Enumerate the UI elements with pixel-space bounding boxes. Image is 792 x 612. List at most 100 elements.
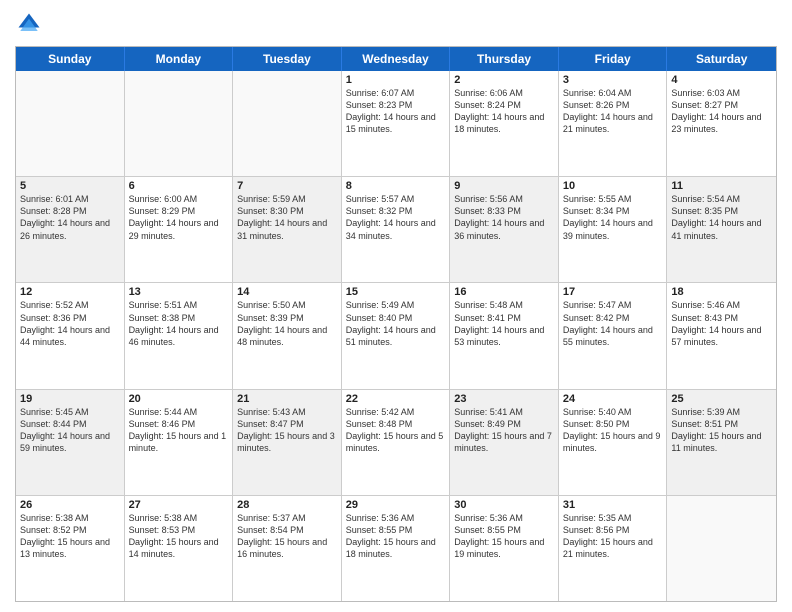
day-cell-7: 7Sunrise: 5:59 AMSunset: 8:30 PMDaylight… — [233, 177, 342, 282]
day-info: Sunrise: 5:55 AMSunset: 8:34 PMDaylight:… — [563, 193, 663, 242]
empty-cell — [16, 71, 125, 176]
calendar-week-3: 12Sunrise: 5:52 AMSunset: 8:36 PMDayligh… — [16, 283, 776, 389]
header-day-thursday: Thursday — [450, 47, 559, 71]
day-info: Sunrise: 6:03 AMSunset: 8:27 PMDaylight:… — [671, 87, 772, 136]
day-cell-16: 16Sunrise: 5:48 AMSunset: 8:41 PMDayligh… — [450, 283, 559, 388]
header-day-friday: Friday — [559, 47, 668, 71]
day-info: Sunrise: 5:48 AMSunset: 8:41 PMDaylight:… — [454, 299, 554, 348]
header-day-tuesday: Tuesday — [233, 47, 342, 71]
header-day-monday: Monday — [125, 47, 234, 71]
day-info: Sunrise: 6:04 AMSunset: 8:26 PMDaylight:… — [563, 87, 663, 136]
day-cell-30: 30Sunrise: 5:36 AMSunset: 8:55 PMDayligh… — [450, 496, 559, 601]
day-cell-13: 13Sunrise: 5:51 AMSunset: 8:38 PMDayligh… — [125, 283, 234, 388]
day-cell-24: 24Sunrise: 5:40 AMSunset: 8:50 PMDayligh… — [559, 390, 668, 495]
day-info: Sunrise: 5:56 AMSunset: 8:33 PMDaylight:… — [454, 193, 554, 242]
day-info: Sunrise: 5:57 AMSunset: 8:32 PMDaylight:… — [346, 193, 446, 242]
day-number: 3 — [563, 74, 663, 86]
day-number: 4 — [671, 74, 772, 86]
empty-cell — [125, 71, 234, 176]
header — [15, 10, 777, 38]
day-info: Sunrise: 5:50 AMSunset: 8:39 PMDaylight:… — [237, 299, 337, 348]
day-info: Sunrise: 5:38 AMSunset: 8:52 PMDaylight:… — [20, 512, 120, 561]
day-number: 9 — [454, 180, 554, 192]
day-cell-20: 20Sunrise: 5:44 AMSunset: 8:46 PMDayligh… — [125, 390, 234, 495]
day-number: 7 — [237, 180, 337, 192]
day-info: Sunrise: 6:06 AMSunset: 8:24 PMDaylight:… — [454, 87, 554, 136]
day-info: Sunrise: 5:47 AMSunset: 8:42 PMDaylight:… — [563, 299, 663, 348]
header-day-saturday: Saturday — [667, 47, 776, 71]
day-info: Sunrise: 5:44 AMSunset: 8:46 PMDaylight:… — [129, 406, 229, 455]
day-cell-15: 15Sunrise: 5:49 AMSunset: 8:40 PMDayligh… — [342, 283, 451, 388]
day-number: 6 — [129, 180, 229, 192]
calendar-week-4: 19Sunrise: 5:45 AMSunset: 8:44 PMDayligh… — [16, 390, 776, 496]
day-info: Sunrise: 5:39 AMSunset: 8:51 PMDaylight:… — [671, 406, 772, 455]
header-day-wednesday: Wednesday — [342, 47, 451, 71]
day-number: 13 — [129, 286, 229, 298]
day-number: 23 — [454, 393, 554, 405]
logo-icon — [15, 10, 43, 38]
page: SundayMondayTuesdayWednesdayThursdayFrid… — [0, 0, 792, 612]
day-info: Sunrise: 6:01 AMSunset: 8:28 PMDaylight:… — [20, 193, 120, 242]
logo — [15, 10, 47, 38]
day-cell-5: 5Sunrise: 6:01 AMSunset: 8:28 PMDaylight… — [16, 177, 125, 282]
calendar-week-5: 26Sunrise: 5:38 AMSunset: 8:52 PMDayligh… — [16, 496, 776, 601]
day-info: Sunrise: 5:35 AMSunset: 8:56 PMDaylight:… — [563, 512, 663, 561]
day-number: 27 — [129, 499, 229, 511]
calendar-week-1: 1Sunrise: 6:07 AMSunset: 8:23 PMDaylight… — [16, 71, 776, 177]
day-number: 5 — [20, 180, 120, 192]
day-cell-23: 23Sunrise: 5:41 AMSunset: 8:49 PMDayligh… — [450, 390, 559, 495]
day-cell-10: 10Sunrise: 5:55 AMSunset: 8:34 PMDayligh… — [559, 177, 668, 282]
day-info: Sunrise: 6:00 AMSunset: 8:29 PMDaylight:… — [129, 193, 229, 242]
day-info: Sunrise: 5:36 AMSunset: 8:55 PMDaylight:… — [346, 512, 446, 561]
day-cell-22: 22Sunrise: 5:42 AMSunset: 8:48 PMDayligh… — [342, 390, 451, 495]
day-number: 1 — [346, 74, 446, 86]
day-info: Sunrise: 5:59 AMSunset: 8:30 PMDaylight:… — [237, 193, 337, 242]
empty-cell — [233, 71, 342, 176]
empty-cell — [667, 496, 776, 601]
day-cell-11: 11Sunrise: 5:54 AMSunset: 8:35 PMDayligh… — [667, 177, 776, 282]
calendar-header-row: SundayMondayTuesdayWednesdayThursdayFrid… — [16, 47, 776, 71]
day-number: 17 — [563, 286, 663, 298]
day-number: 14 — [237, 286, 337, 298]
day-number: 26 — [20, 499, 120, 511]
day-number: 12 — [20, 286, 120, 298]
day-number: 11 — [671, 180, 772, 192]
day-info: Sunrise: 5:45 AMSunset: 8:44 PMDaylight:… — [20, 406, 120, 455]
day-cell-29: 29Sunrise: 5:36 AMSunset: 8:55 PMDayligh… — [342, 496, 451, 601]
day-number: 22 — [346, 393, 446, 405]
day-cell-14: 14Sunrise: 5:50 AMSunset: 8:39 PMDayligh… — [233, 283, 342, 388]
day-number: 30 — [454, 499, 554, 511]
day-info: Sunrise: 5:54 AMSunset: 8:35 PMDaylight:… — [671, 193, 772, 242]
day-number: 24 — [563, 393, 663, 405]
day-cell-9: 9Sunrise: 5:56 AMSunset: 8:33 PMDaylight… — [450, 177, 559, 282]
day-info: Sunrise: 5:42 AMSunset: 8:48 PMDaylight:… — [346, 406, 446, 455]
day-cell-18: 18Sunrise: 5:46 AMSunset: 8:43 PMDayligh… — [667, 283, 776, 388]
day-info: Sunrise: 5:49 AMSunset: 8:40 PMDaylight:… — [346, 299, 446, 348]
day-cell-4: 4Sunrise: 6:03 AMSunset: 8:27 PMDaylight… — [667, 71, 776, 176]
day-cell-12: 12Sunrise: 5:52 AMSunset: 8:36 PMDayligh… — [16, 283, 125, 388]
day-info: Sunrise: 5:36 AMSunset: 8:55 PMDaylight:… — [454, 512, 554, 561]
day-cell-21: 21Sunrise: 5:43 AMSunset: 8:47 PMDayligh… — [233, 390, 342, 495]
header-day-sunday: Sunday — [16, 47, 125, 71]
day-number: 19 — [20, 393, 120, 405]
day-info: Sunrise: 5:37 AMSunset: 8:54 PMDaylight:… — [237, 512, 337, 561]
day-number: 31 — [563, 499, 663, 511]
day-cell-1: 1Sunrise: 6:07 AMSunset: 8:23 PMDaylight… — [342, 71, 451, 176]
day-cell-27: 27Sunrise: 5:38 AMSunset: 8:53 PMDayligh… — [125, 496, 234, 601]
day-cell-31: 31Sunrise: 5:35 AMSunset: 8:56 PMDayligh… — [559, 496, 668, 601]
day-number: 20 — [129, 393, 229, 405]
day-cell-8: 8Sunrise: 5:57 AMSunset: 8:32 PMDaylight… — [342, 177, 451, 282]
day-cell-19: 19Sunrise: 5:45 AMSunset: 8:44 PMDayligh… — [16, 390, 125, 495]
day-info: Sunrise: 5:46 AMSunset: 8:43 PMDaylight:… — [671, 299, 772, 348]
calendar: SundayMondayTuesdayWednesdayThursdayFrid… — [15, 46, 777, 602]
day-cell-6: 6Sunrise: 6:00 AMSunset: 8:29 PMDaylight… — [125, 177, 234, 282]
day-number: 18 — [671, 286, 772, 298]
day-cell-2: 2Sunrise: 6:06 AMSunset: 8:24 PMDaylight… — [450, 71, 559, 176]
day-cell-28: 28Sunrise: 5:37 AMSunset: 8:54 PMDayligh… — [233, 496, 342, 601]
day-info: Sunrise: 5:51 AMSunset: 8:38 PMDaylight:… — [129, 299, 229, 348]
day-number: 25 — [671, 393, 772, 405]
calendar-body: 1Sunrise: 6:07 AMSunset: 8:23 PMDaylight… — [16, 71, 776, 601]
day-number: 29 — [346, 499, 446, 511]
day-cell-25: 25Sunrise: 5:39 AMSunset: 8:51 PMDayligh… — [667, 390, 776, 495]
day-number: 2 — [454, 74, 554, 86]
